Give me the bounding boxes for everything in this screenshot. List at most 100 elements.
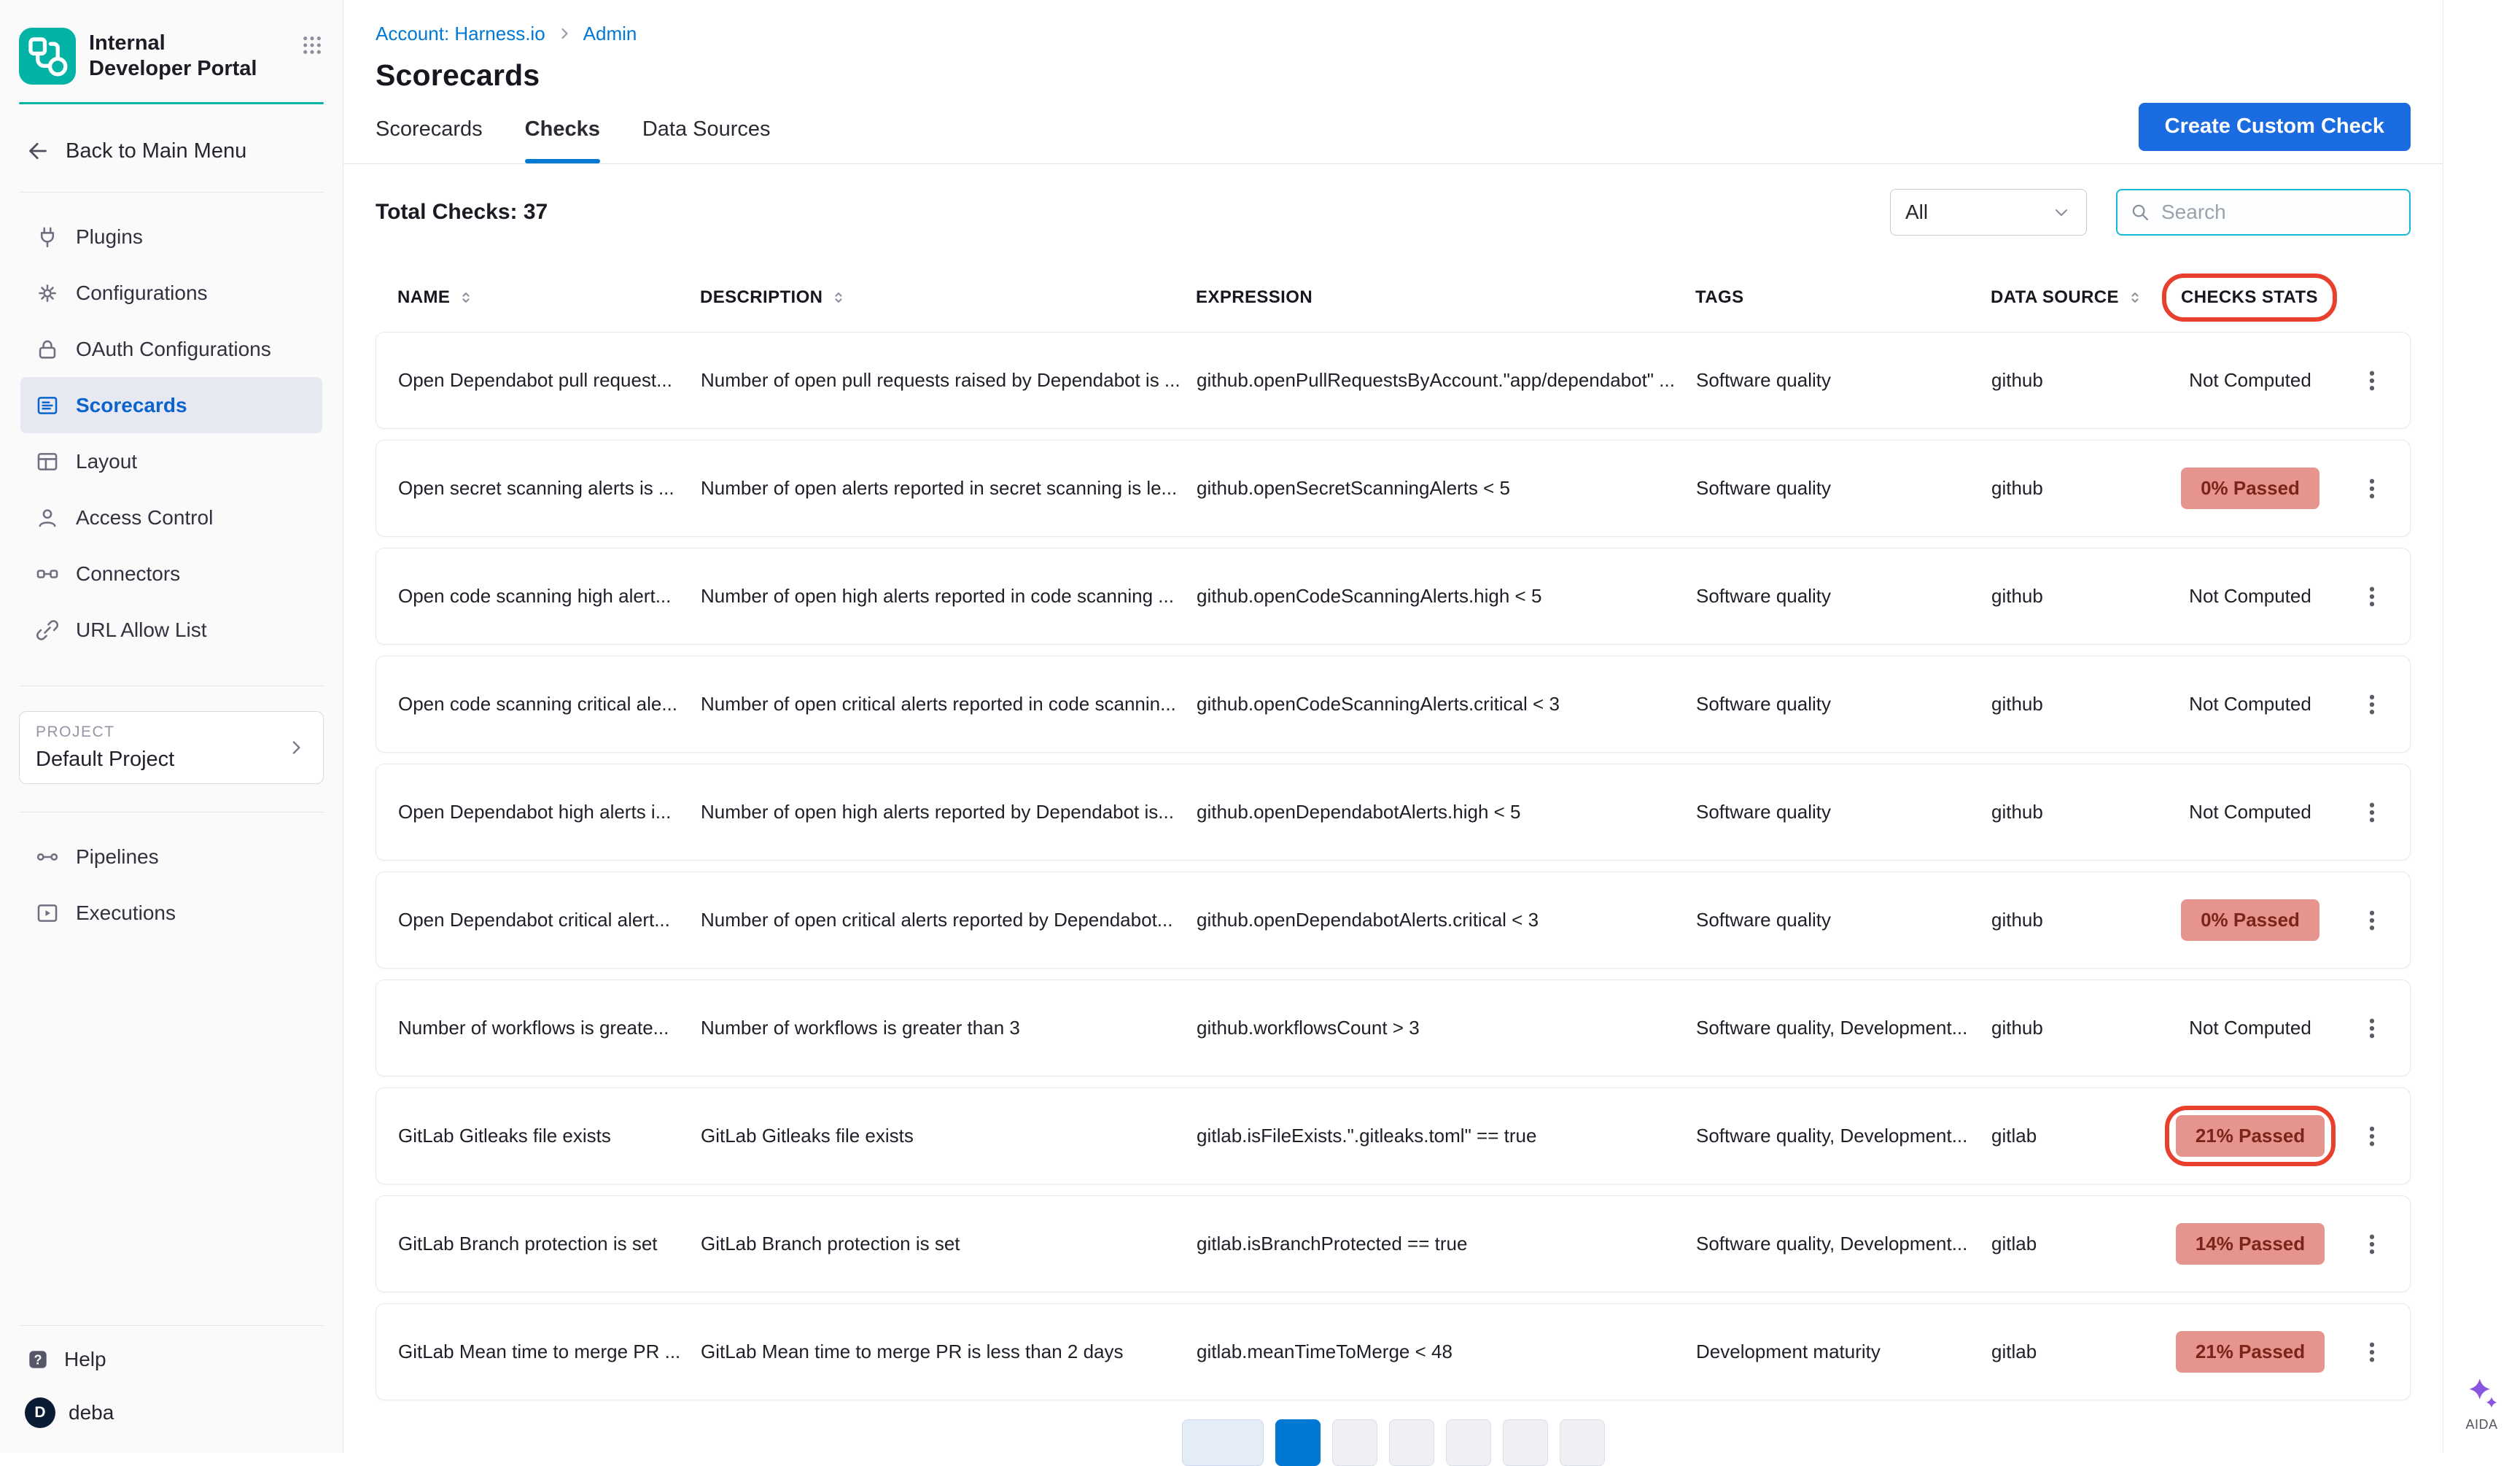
- table-row: GitLab Mean time to merge PR ... GitLab …: [376, 1303, 2411, 1400]
- row-menu-button[interactable]: [2334, 907, 2388, 934]
- sidebar-item-label: Connectors: [76, 562, 180, 586]
- sidebar-item-oauth-configurations[interactable]: OAuth Configurations: [20, 321, 322, 377]
- sidebar-item-pipelines[interactable]: Pipelines: [20, 829, 322, 885]
- sort-icon[interactable]: [830, 289, 847, 306]
- column-label: CHECKS STATS: [2181, 287, 2318, 308]
- check-name: Open secret scanning alerts is ...: [398, 477, 701, 500]
- tab-scorecards[interactable]: Scorecards: [376, 100, 483, 163]
- check-expression: github.openCodeScanningAlerts.critical <…: [1197, 693, 1696, 715]
- check-description: Number of open high alerts reported in c…: [701, 585, 1197, 608]
- pagination-item[interactable]: [1182, 1419, 1264, 1466]
- search-icon: [2129, 201, 2151, 223]
- pagination-item[interactable]: [1446, 1419, 1491, 1466]
- passed-badge: 0% Passed: [2181, 899, 2319, 941]
- check-data-source: github: [1991, 369, 2166, 392]
- kebab-icon: [2359, 583, 2385, 610]
- pagination-item[interactable]: [1503, 1419, 1548, 1466]
- checks-table: NAMEDESCRIPTIONEXPRESSIONTAGSDATA SOURCE…: [343, 263, 2443, 1453]
- project-label: PROJECT: [36, 724, 174, 741]
- sidebar-item-label: Pipelines: [76, 845, 159, 869]
- sidebar-item-scorecards[interactable]: Scorecards: [20, 377, 322, 433]
- row-menu-button[interactable]: [2334, 476, 2388, 502]
- sidebar-item-access-control[interactable]: Access Control: [20, 489, 322, 546]
- row-menu-button[interactable]: [2334, 368, 2388, 394]
- check-stats: 0% Passed: [2166, 899, 2334, 941]
- pipeline-icon: [35, 845, 60, 869]
- pagination-item[interactable]: [1275, 1419, 1321, 1466]
- sidebar: Internal Developer Portal Back to Main M…: [0, 0, 343, 1453]
- table-row: GitLab Gitleaks file exists GitLab Gitle…: [376, 1087, 2411, 1184]
- check-tags: Software quality: [1696, 693, 1991, 715]
- tab-checks[interactable]: Checks: [525, 100, 600, 163]
- user-menu[interactable]: D deba: [19, 1373, 324, 1428]
- check-stats: 21% Passed: [2166, 1331, 2334, 1373]
- passed-badge: 21% Passed: [2176, 1331, 2325, 1373]
- breadcrumb: Account: Harness.io Admin: [376, 22, 2411, 45]
- check-description: Number of workflows is greater than 3: [701, 1017, 1197, 1039]
- row-menu-button[interactable]: [2334, 1231, 2388, 1257]
- check-expression: gitlab.meanTimeToMerge < 48: [1197, 1341, 1696, 1363]
- pagination-item[interactable]: [1389, 1419, 1434, 1466]
- pagination-item[interactable]: [1332, 1419, 1377, 1466]
- column-label: EXPRESSION: [1196, 287, 1312, 308]
- project-selector[interactable]: PROJECT Default Project: [19, 711, 324, 784]
- sidebar-item-url-allow-list[interactable]: URL Allow List: [20, 602, 322, 658]
- table-row: GitLab Branch protection is set GitLab B…: [376, 1195, 2411, 1292]
- sort-icon[interactable]: [457, 289, 475, 306]
- check-name: Open code scanning high alert...: [398, 585, 701, 608]
- passed-badge: 21% Passed: [2176, 1115, 2325, 1157]
- row-menu-button[interactable]: [2334, 1015, 2388, 1042]
- column-header-expression: EXPRESSION: [1196, 287, 1695, 308]
- back-to-main-menu[interactable]: Back to Main Menu: [19, 138, 324, 164]
- pagination-item[interactable]: [1560, 1419, 1605, 1466]
- check-name: Open Dependabot critical alert...: [398, 909, 701, 931]
- sort-icon[interactable]: [2126, 289, 2144, 306]
- svg-text:?: ?: [34, 1353, 42, 1368]
- check-name: Number of workflows is greate...: [398, 1017, 701, 1039]
- check-description: GitLab Mean time to merge PR is less tha…: [701, 1341, 1197, 1363]
- column-label: TAGS: [1695, 287, 1744, 308]
- table-row: Open Dependabot pull request... Number o…: [376, 332, 2411, 429]
- help-button[interactable]: ? Help: [19, 1326, 324, 1373]
- check-tags: Software quality, Development...: [1696, 1233, 1991, 1255]
- check-data-source: gitlab: [1991, 1125, 2166, 1147]
- row-menu-button[interactable]: [2334, 1123, 2388, 1149]
- check-name: Open Dependabot high alerts i...: [398, 801, 701, 823]
- kebab-icon: [2359, 1015, 2385, 1042]
- search-input[interactable]: [2161, 201, 2398, 224]
- apps-grid-icon[interactable]: [300, 34, 324, 57]
- sidebar-item-executions[interactable]: Executions: [20, 885, 322, 941]
- row-menu-button[interactable]: [2334, 583, 2388, 610]
- sidebar-item-layout[interactable]: Layout: [20, 433, 322, 489]
- breadcrumb-link-admin[interactable]: Admin: [583, 22, 637, 45]
- column-label: DATA SOURCE: [1991, 287, 2119, 308]
- check-tags: Software quality: [1696, 909, 1991, 931]
- check-stats: Not Computed: [2166, 801, 2334, 823]
- create-custom-check-button[interactable]: Create Custom Check: [2139, 103, 2411, 151]
- person-icon: [35, 505, 60, 530]
- sidebar-item-plugins[interactable]: Plugins: [20, 209, 322, 265]
- row-menu-button[interactable]: [2334, 691, 2388, 718]
- help-icon: ?: [25, 1346, 51, 1373]
- passed-badge: 14% Passed: [2176, 1223, 2325, 1265]
- right-rail: AIDA: [2443, 0, 2520, 1453]
- toolbar-right: All: [1890, 189, 2411, 236]
- stats-text: Not Computed: [2189, 369, 2311, 392]
- filter-value: All: [1905, 201, 1928, 224]
- check-tags: Software quality, Development...: [1696, 1125, 1991, 1147]
- tab-data-sources[interactable]: Data Sources: [642, 100, 771, 163]
- check-stats: Not Computed: [2166, 693, 2334, 715]
- sidebar-item-configurations[interactable]: Configurations: [20, 265, 322, 321]
- sidebar-item-connectors[interactable]: Connectors: [20, 546, 322, 602]
- aida-button[interactable]: AIDA: [2443, 1375, 2520, 1432]
- lock-icon: [35, 337, 60, 362]
- filter-select[interactable]: All: [1890, 189, 2087, 236]
- sidebar-item-label: Executions: [76, 901, 176, 925]
- check-stats: Not Computed: [2166, 585, 2334, 608]
- breadcrumb-link-account-harness-io[interactable]: Account: Harness.io: [376, 22, 545, 45]
- row-menu-button[interactable]: [2334, 1339, 2388, 1365]
- row-menu-button[interactable]: [2334, 799, 2388, 826]
- table-row: Open Dependabot high alerts i... Number …: [376, 764, 2411, 861]
- execution-icon: [35, 901, 60, 926]
- stats-text: Not Computed: [2189, 693, 2311, 715]
